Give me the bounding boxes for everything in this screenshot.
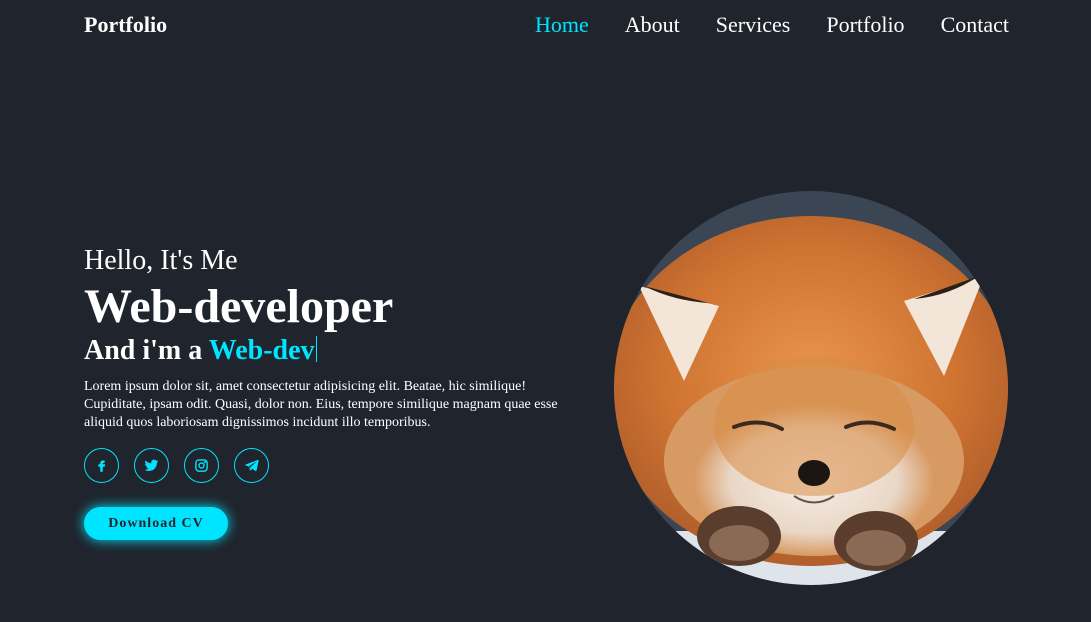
social-links — [84, 448, 584, 483]
instagram-icon — [195, 459, 208, 472]
nav-services[interactable]: Services — [716, 12, 791, 38]
hero-description: Lorem ipsum dolor sit, amet consectetur … — [84, 379, 558, 430]
twitter-icon — [144, 459, 159, 471]
hero-role: Web-developer — [84, 280, 394, 333]
logo-link[interactable]: Portfolio — [84, 12, 167, 38]
hero-subtitle: And i'm a Web-dev — [84, 334, 584, 368]
typed-text: Web-dev — [208, 335, 315, 366]
telegram-icon — [245, 459, 259, 472]
hero-subtitle-prefix: And i'm a — [84, 335, 203, 366]
nav-portfolio[interactable]: Portfolio — [826, 12, 904, 38]
download-cv-button[interactable]: Download CV — [84, 507, 228, 540]
typing-caret — [315, 336, 317, 362]
telegram-link[interactable] — [234, 448, 269, 483]
facebook-link[interactable] — [84, 448, 119, 483]
fox-image — [614, 191, 1008, 585]
twitter-link[interactable] — [134, 448, 169, 483]
hero-content: Hello, It's Me Web-developer And i'm a W… — [84, 244, 584, 540]
instagram-link[interactable] — [184, 448, 219, 483]
nav-home[interactable]: Home — [535, 12, 589, 38]
nav-about[interactable]: About — [625, 12, 680, 38]
nav-contact[interactable]: Contact — [941, 12, 1009, 38]
hero-image — [614, 191, 1008, 585]
site-header: Portfolio Home About Services Portfolio … — [0, 0, 1091, 50]
hero-greeting: Hello, It's Me — [84, 245, 238, 276]
main-nav: Home About Services Portfolio Contact — [535, 12, 1009, 38]
facebook-icon — [98, 460, 106, 472]
